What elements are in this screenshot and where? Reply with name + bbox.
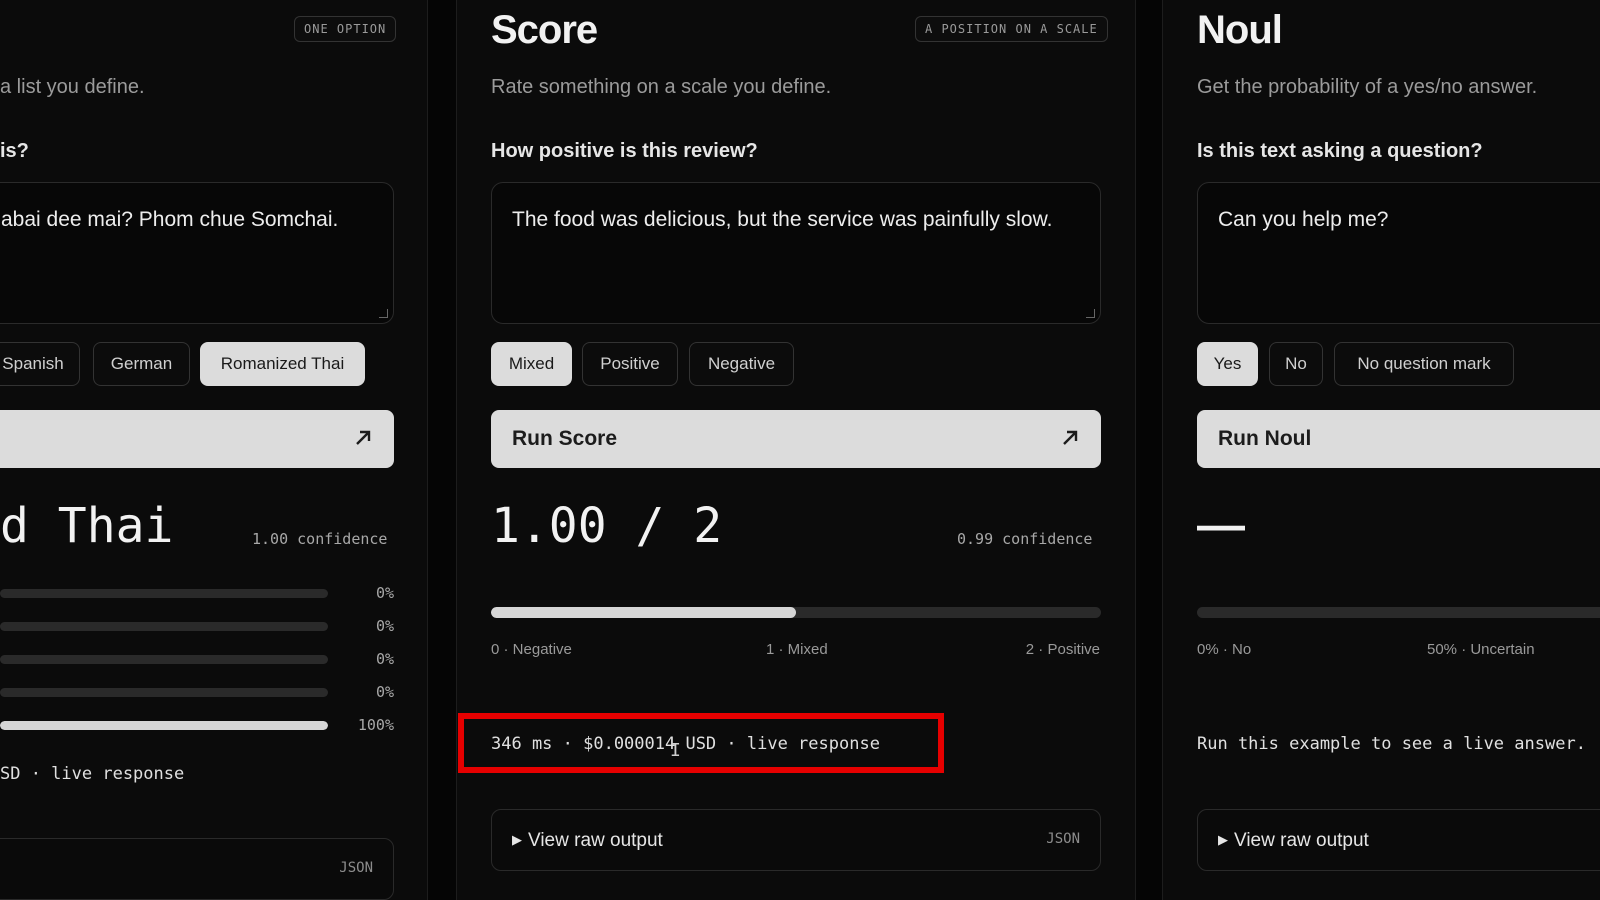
option-chip[interactable]: Spanish bbox=[0, 342, 80, 386]
panel-classify: ONE OPTION a list you define. is? abai d… bbox=[0, 0, 428, 900]
scale-label-min: 0% · No bbox=[1197, 641, 1252, 658]
distribution-bar bbox=[0, 655, 328, 664]
raw-output-toggle[interactable]: ▶ View raw output JSON bbox=[491, 809, 1101, 871]
run-button-label: Run Noul bbox=[1218, 427, 1312, 450]
result-value: 1.00 / 2 bbox=[491, 498, 723, 554]
triangle-right-icon: ▶ bbox=[1218, 832, 1228, 847]
option-label: No bbox=[1285, 354, 1307, 373]
arrow-up-right-icon bbox=[356, 430, 371, 445]
resize-handle-icon[interactable] bbox=[1086, 309, 1095, 318]
scale-label-min: 0 · Negative bbox=[491, 641, 572, 658]
panel-subtitle: Rate something on a scale you define. bbox=[491, 76, 832, 98]
distribution-row: 0% bbox=[0, 683, 427, 703]
status-line: SD · live response bbox=[0, 764, 185, 784]
panel-question: Is this text asking a question? bbox=[1197, 140, 1483, 162]
distribution-bar bbox=[0, 622, 328, 631]
scale-fill bbox=[491, 607, 796, 618]
input-text: Can you help me? bbox=[1218, 208, 1389, 231]
result-value: d Thai bbox=[0, 498, 174, 554]
panel-title: Score bbox=[491, 8, 598, 52]
distribution-pct: 100% bbox=[357, 716, 394, 734]
run-button-label: Run Score bbox=[512, 427, 618, 450]
run-noul-button[interactable]: Run Noul bbox=[1197, 410, 1600, 468]
distribution-pct: 0% bbox=[375, 584, 394, 602]
panel-subtitle: Get the probability of a yes/no answer. bbox=[1197, 76, 1538, 98]
option-label: Mixed bbox=[508, 354, 555, 373]
option-label: German bbox=[110, 354, 173, 373]
option-chip[interactable]: Positive bbox=[582, 342, 678, 386]
raw-output-label: ▶ View raw output bbox=[1218, 830, 1369, 852]
panel-subtitle: a list you define. bbox=[0, 76, 145, 98]
input-textarea[interactable]: The food was delicious, but the service … bbox=[491, 182, 1101, 324]
option-chip[interactable]: Negative bbox=[689, 342, 794, 386]
scale-label-mid: 1 · Mixed bbox=[766, 641, 828, 658]
json-tag: JSON bbox=[339, 860, 373, 876]
json-tag: JSON bbox=[1046, 831, 1080, 847]
scale-label-mid: 50% · Uncertain bbox=[1427, 641, 1535, 658]
option-chip-selected[interactable]: Romanized Thai bbox=[200, 342, 365, 386]
distribution-row: 0% bbox=[0, 650, 427, 670]
option-chip-selected[interactable]: Yes bbox=[1197, 342, 1258, 386]
panel-badge: ONE OPTION bbox=[294, 16, 397, 42]
scale-track bbox=[491, 607, 1101, 618]
raw-output-toggle[interactable]: ▶ View raw output bbox=[1197, 809, 1600, 871]
panel-score: Score A POSITION ON A SCALE Rate somethi… bbox=[456, 0, 1136, 900]
option-chip[interactable]: German bbox=[93, 342, 190, 386]
distribution-pct: 0% bbox=[375, 650, 394, 668]
distribution-pct: 0% bbox=[375, 617, 394, 635]
scale-label-max: 2 · Positive bbox=[1025, 641, 1100, 658]
input-text: abai dee mai? Phom chue Somchai. bbox=[1, 208, 339, 231]
panel-question: is? bbox=[0, 140, 29, 162]
option-label: Romanized Thai bbox=[220, 354, 345, 373]
run-button[interactable] bbox=[0, 410, 394, 468]
i-beam-cursor-icon: I bbox=[670, 740, 681, 761]
distribution-bar bbox=[0, 721, 328, 730]
distribution-row: 100% bbox=[0, 716, 427, 736]
arrow-up-right-icon bbox=[1063, 430, 1078, 445]
status-line: 346 ms · $0.000014 USD · live response bbox=[491, 734, 880, 754]
confidence-label: 1.00 confidence bbox=[252, 530, 388, 548]
status-line: Run this example to see a live answer. bbox=[1197, 734, 1586, 754]
input-textarea[interactable]: Can you help me? bbox=[1197, 182, 1600, 324]
option-chip[interactable]: No question mark bbox=[1334, 342, 1514, 386]
option-label: Negative bbox=[707, 354, 776, 373]
distribution-bar bbox=[0, 589, 328, 598]
result-value: — bbox=[1197, 499, 1245, 552]
panel-title: Noul bbox=[1197, 8, 1283, 52]
raw-output-text: View raw output bbox=[1234, 830, 1369, 851]
raw-output-toggle[interactable]: JSON bbox=[0, 838, 394, 900]
panel-question: How positive is this review? bbox=[491, 140, 758, 162]
distribution-row: 0% bbox=[0, 617, 427, 637]
panel-noul: Noul Get the probability of a yes/no ans… bbox=[1162, 0, 1600, 900]
option-chip-selected[interactable]: Mixed bbox=[491, 342, 572, 386]
input-text: The food was delicious, but the service … bbox=[512, 208, 1053, 231]
raw-output-text: View raw output bbox=[528, 830, 663, 851]
probability-track bbox=[1197, 607, 1600, 618]
triangle-right-icon: ▶ bbox=[512, 832, 522, 847]
option-label: Spanish bbox=[2, 354, 64, 373]
option-label: No question mark bbox=[1357, 354, 1491, 373]
confidence-label: 0.99 confidence bbox=[957, 530, 1093, 548]
option-label: Positive bbox=[600, 354, 660, 373]
panel-badge: A POSITION ON A SCALE bbox=[915, 16, 1108, 42]
distribution-pct: 0% bbox=[375, 683, 394, 701]
option-chip[interactable]: No bbox=[1269, 342, 1323, 386]
raw-output-label: ▶ View raw output bbox=[512, 830, 663, 852]
resize-handle-icon[interactable] bbox=[379, 309, 388, 318]
run-score-button[interactable]: Run Score bbox=[491, 410, 1101, 468]
input-textarea[interactable]: abai dee mai? Phom chue Somchai. bbox=[0, 182, 394, 324]
option-label: Yes bbox=[1213, 354, 1242, 373]
distribution-row: 0% bbox=[0, 584, 427, 604]
distribution-bar bbox=[0, 688, 328, 697]
